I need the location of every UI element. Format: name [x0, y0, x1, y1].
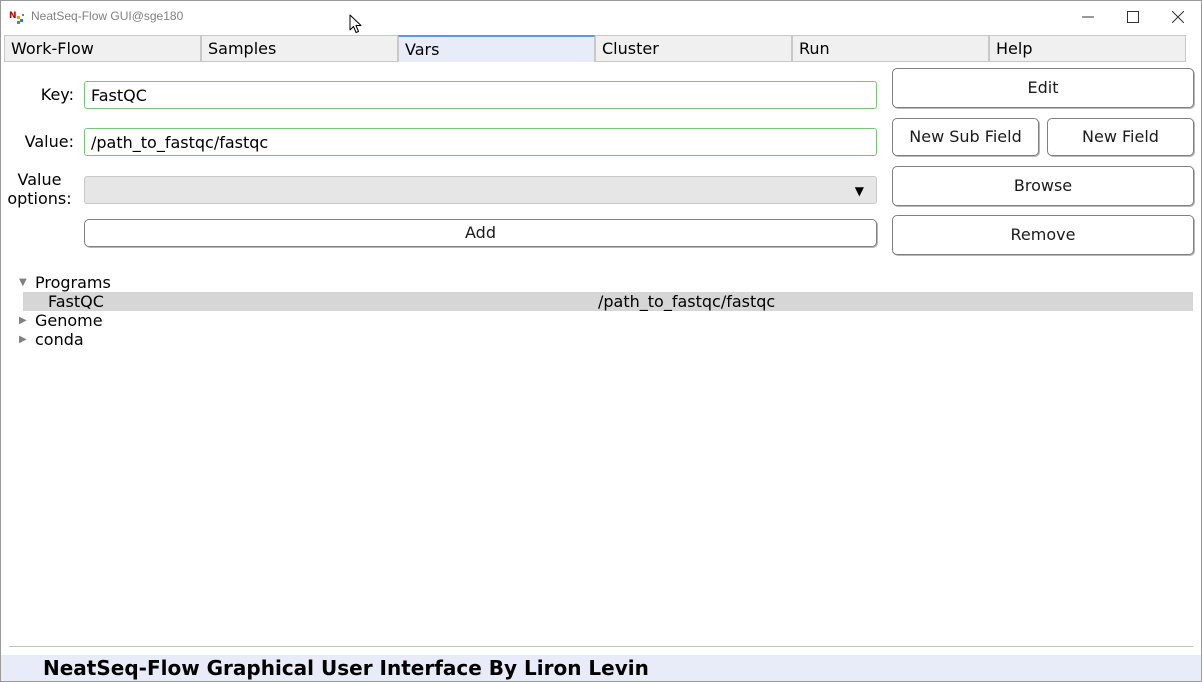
app-logo-icon: N — [9, 9, 27, 25]
tab-bar: Work-Flow Samples Vars Cluster Run Help — [4, 35, 1186, 63]
tree-item-label: conda — [35, 330, 84, 349]
tree-item-genome[interactable]: ▶ Genome — [19, 311, 1193, 330]
close-icon — [1172, 11, 1184, 23]
tree-item-label: Genome — [35, 311, 103, 330]
expand-arrow-icon[interactable]: ▼ — [19, 273, 31, 292]
new-sub-field-button[interactable]: New Sub Field — [892, 118, 1039, 156]
tree-item-conda[interactable]: ▶ conda — [19, 330, 1193, 349]
close-button[interactable] — [1156, 3, 1200, 31]
tab-cluster[interactable]: Cluster — [595, 35, 792, 62]
tab-label: Samples — [208, 39, 277, 58]
key-input[interactable] — [84, 81, 877, 109]
chevron-down-icon: ▼ — [854, 184, 864, 198]
tree-item-label: Programs — [35, 273, 111, 292]
value-label: Value: — [24, 132, 74, 151]
tab-work-flow[interactable]: Work-Flow — [4, 35, 201, 62]
tab-label: Help — [996, 39, 1033, 58]
minimize-button[interactable] — [1066, 3, 1110, 31]
tab-samples[interactable]: Samples — [201, 35, 398, 62]
value-options-dropdown[interactable]: ▼ — [84, 176, 877, 204]
tree-item-fastqc[interactable]: FastQC /path_to_fastqc/fastqc — [23, 292, 1193, 311]
tab-vars[interactable]: Vars — [398, 35, 595, 62]
value-options-label: Value options: — [5, 170, 74, 208]
value-input[interactable] — [84, 128, 877, 156]
new-field-button[interactable]: New Field — [1047, 118, 1194, 156]
remove-button[interactable]: Remove — [892, 215, 1194, 255]
value-options-label-line1: Value — [17, 170, 62, 189]
collapse-arrow-icon[interactable]: ▶ — [19, 330, 31, 349]
add-button[interactable]: Add — [84, 219, 877, 247]
browse-button[interactable]: Browse — [892, 166, 1194, 206]
tab-label: Work-Flow — [11, 39, 94, 58]
svg-text:N: N — [9, 11, 17, 21]
key-label: Key: — [40, 85, 74, 104]
window-title: NeatSeq-Flow GUI@sge180 — [31, 9, 184, 23]
tab-help[interactable]: Help — [989, 35, 1186, 62]
tab-run[interactable]: Run — [792, 35, 989, 62]
edit-button[interactable]: Edit — [892, 68, 1194, 108]
minimize-icon — [1082, 16, 1094, 18]
tree-item-label: FastQC — [48, 292, 104, 311]
tab-label: Cluster — [602, 39, 659, 58]
mouse-cursor-icon — [349, 14, 362, 33]
maximize-icon — [1127, 11, 1139, 23]
title-bar[interactable]: N NeatSeq-Flow GUI@sge180 — [1, 1, 1201, 33]
maximize-button[interactable] — [1111, 3, 1155, 31]
value-options-label-line2: options: — [7, 189, 72, 208]
app-window: N NeatSeq-Flow GUI@sge180 Work-Flow Samp… — [0, 0, 1202, 682]
tree-item-value: /path_to_fastqc/fastqc — [598, 292, 776, 311]
tree-item-programs[interactable]: ▼ Programs — [19, 273, 1193, 292]
tab-label: Run — [799, 39, 830, 58]
status-bar: NeatSeq-Flow Graphical User Interface By… — [1, 655, 1201, 681]
tab-label: Vars — [405, 40, 440, 59]
footer-divider — [9, 646, 1193, 648]
collapse-arrow-icon[interactable]: ▶ — [19, 311, 31, 330]
